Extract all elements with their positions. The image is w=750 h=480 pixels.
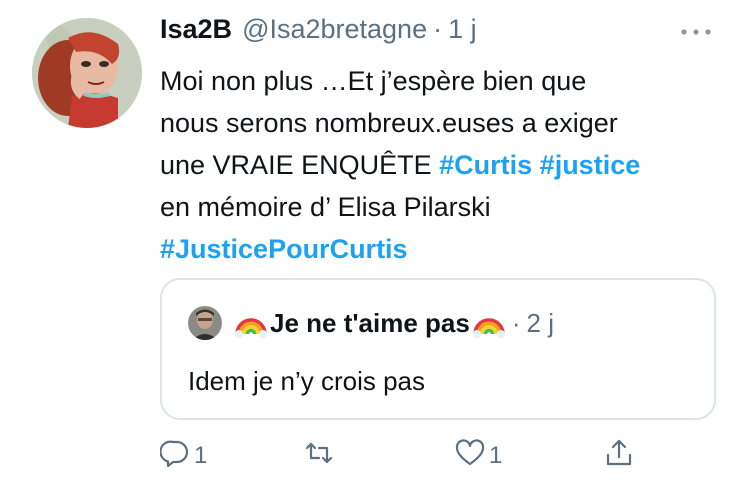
author-avatar[interactable] [32, 18, 142, 128]
quoted-tweet-header: Je ne t'aime pas · 2 j [234, 304, 554, 342]
author-handle[interactable]: @Isa2bretagne [242, 14, 427, 45]
quoted-tweet-text: Idem je n’y crois pas [188, 366, 425, 396]
share-button[interactable] [604, 438, 634, 475]
quoted-author-name[interactable]: Je ne t'aime pas [270, 308, 470, 339]
tweet-text: Moi non plus …Et j’espère bien que nous … [160, 60, 730, 270]
retweet-icon [304, 438, 334, 475]
rainbow-emoji-icon [472, 306, 506, 340]
more-dots-icon[interactable] [676, 22, 716, 42]
tweet-text-line: en mémoire d’ Elisa Pilarski [160, 192, 491, 222]
author-name[interactable]: Isa2B [160, 14, 232, 45]
tweet-text-line: #JusticePourCurtis [160, 228, 730, 270]
tweet-text-line: Moi non plus …Et j’espère bien que [160, 66, 587, 96]
tweet-text-line: une VRAIE ENQUÊTE #Curtis #justice [160, 144, 730, 186]
tweet-text-segment: une VRAIE ENQUÊTE [160, 150, 432, 180]
like-count: 1 [489, 442, 503, 469]
reply-count: 1 [194, 442, 208, 469]
header-separator: · [433, 14, 443, 44]
hashtag-justicepourcurtis[interactable]: #JusticePourCurtis [160, 234, 408, 264]
reply-button[interactable]: 1 [159, 438, 208, 475]
quoted-tweet[interactable]: Je ne t'aime pas · 2 j Idem je n’y crois… [160, 278, 716, 420]
hashtag-justice[interactable]: #justice [540, 150, 641, 180]
retweet-button[interactable] [304, 440, 338, 472]
quoted-author-avatar[interactable] [188, 306, 222, 340]
quoted-header-separator: · [511, 307, 521, 338]
tweet[interactable]: Isa2B @Isa2bretagne · 1 j Moi non plus …… [0, 0, 750, 480]
reply-icon [159, 438, 190, 475]
heart-icon [455, 438, 485, 475]
hashtag-curtis[interactable]: #Curtis [439, 150, 532, 180]
like-button[interactable]: 1 [455, 438, 503, 475]
rainbow-emoji-icon [234, 306, 268, 340]
tweet-timestamp[interactable]: 1 j [448, 14, 477, 45]
tweet-text-line: nous serons nombreux.euses a exiger [160, 108, 618, 138]
tweet-header: Isa2B @Isa2bretagne · 1 j [160, 14, 477, 52]
quoted-tweet-timestamp[interactable]: 2 j [527, 308, 554, 339]
share-icon [604, 438, 634, 475]
